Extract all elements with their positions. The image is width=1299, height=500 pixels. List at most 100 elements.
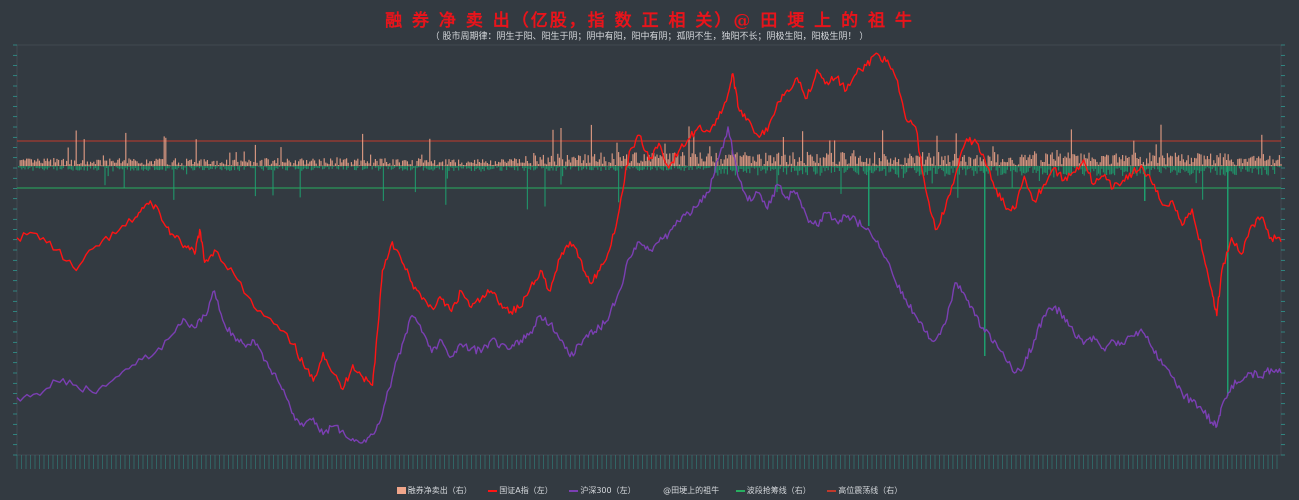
shortsell-bar-positive	[43, 158, 45, 166]
shortsell-bar-negative	[901, 166, 903, 169]
shortsell-bar-negative	[123, 166, 125, 188]
shortsell-bar-positive	[1048, 163, 1050, 166]
legend-item-high-line[interactable]: 高位震荡线（右）	[827, 485, 902, 496]
shortsell-bar-positive	[600, 152, 602, 166]
shortsell-bar-positive	[747, 156, 749, 166]
shortsell-bar-positive	[832, 161, 834, 166]
shortsell-bar-negative	[550, 166, 552, 169]
shortsell-bar-positive	[851, 153, 853, 166]
shortsell-bar-negative	[144, 166, 146, 170]
shortsell-bar-negative	[107, 166, 109, 177]
shortsell-bar-negative	[909, 166, 911, 168]
shortsell-bar-positive	[190, 159, 192, 166]
shortsell-bar-positive	[438, 162, 440, 166]
shortsell-bar-negative	[576, 166, 578, 167]
legend-label: @田埂上的祖牛	[663, 486, 720, 495]
shortsell-bar-positive	[397, 159, 399, 166]
shortsell-bar-negative	[1158, 166, 1160, 172]
shortsell-bar-positive	[1168, 157, 1170, 166]
shortsell-bar-positive	[210, 164, 212, 166]
shortsell-bar-positive	[683, 155, 685, 166]
shortsell-bar-negative	[1179, 166, 1181, 173]
shortsell-bar-positive	[1195, 158, 1197, 166]
shortsell-bar-negative	[1219, 166, 1221, 176]
shortsell-bar-negative	[26, 166, 28, 167]
shortsell-bar-negative	[981, 166, 983, 171]
shortsell-bar-positive	[830, 152, 832, 166]
shortsell-bar-positive	[533, 153, 535, 166]
shortsell-bar-positive	[1018, 164, 1020, 166]
chart-canvas	[13, 44, 1285, 469]
shortsell-bar-negative	[757, 166, 759, 176]
legend-item-buy-line[interactable]: 波段抢筹线（右）	[735, 485, 811, 496]
shortsell-bar-positive	[890, 158, 892, 166]
shortsell-bar-negative	[176, 166, 178, 170]
shortsell-bar-negative	[307, 166, 309, 169]
shortsell-bar-positive	[122, 161, 124, 166]
shortsell-bar-negative	[806, 166, 808, 176]
shortsell-bar-negative	[741, 166, 743, 169]
shortsell-bar-positive	[704, 161, 706, 166]
shortsell-bar-positive	[330, 158, 332, 166]
shortsell-bar-negative	[549, 166, 551, 171]
shortsell-bar-negative	[782, 166, 784, 173]
shortsell-bar-positive	[384, 158, 386, 166]
shortsell-bar-positive	[594, 154, 596, 166]
shortsell-bar-positive	[354, 159, 356, 166]
shortsell-bar-negative	[933, 166, 935, 168]
legend-item-guozheng[interactable]: 国证A指（左）	[488, 485, 553, 496]
shortsell-bar-positive	[918, 156, 920, 166]
shortsell-bar-positive	[109, 158, 111, 166]
shortsell-bar-positive	[1237, 159, 1239, 166]
shortsell-bar-positive	[338, 165, 340, 166]
shortsell-bar-negative	[1038, 166, 1040, 181]
shortsell-bar-negative	[1232, 166, 1234, 174]
shortsell-bar-positive	[678, 164, 680, 166]
shortsell-bar-positive	[614, 165, 616, 166]
shortsell-bar-positive	[712, 161, 714, 166]
shortsell-bar-positive	[1219, 153, 1221, 166]
shortsell-bar-negative	[1262, 166, 1264, 168]
shortsell-bar-positive	[130, 159, 132, 166]
shortsell-bar-negative	[1027, 166, 1029, 172]
shortsell-bar-negative	[966, 166, 968, 170]
shortsell-bar-positive	[266, 158, 268, 166]
shortsell-bar-positive	[459, 164, 461, 166]
legend-item-shortsell[interactable]: 融券净卖出（右）	[396, 485, 472, 496]
shortsell-bar-positive	[672, 153, 674, 166]
shortsell-bar-negative	[493, 166, 495, 169]
shortsell-bar-negative	[706, 166, 708, 169]
shortsell-bar-positive	[1056, 150, 1058, 166]
shortsell-bar-negative	[837, 166, 839, 169]
shortsell-bar-positive	[112, 160, 114, 166]
shortsell-bar-negative	[862, 166, 864, 172]
shortsell-bar-positive	[1146, 158, 1148, 166]
shortsell-bar-positive	[286, 158, 288, 166]
legend-item-hs300[interactable]: 沪深300（左）	[569, 485, 636, 496]
shortsell-bar-positive	[1178, 155, 1180, 166]
shortsell-bar-positive	[370, 154, 372, 166]
shortsell-bar-positive	[566, 155, 568, 166]
shortsell-bar-positive	[1042, 162, 1044, 166]
shortsell-bar-positive	[304, 164, 306, 166]
shortsell-bar-positive	[818, 163, 820, 166]
shortsell-bar-positive	[846, 164, 848, 166]
shortsell-bar-negative	[683, 166, 685, 171]
shortsell-bar-positive	[1032, 155, 1034, 166]
shortsell-bar-positive	[949, 162, 951, 166]
shortsell-bar-positive	[312, 158, 314, 166]
shortsell-bar-negative	[931, 166, 933, 184]
shortsell-bar-negative	[419, 166, 421, 168]
shortsell-bar-positive	[584, 154, 586, 166]
shortsell-bar-positive	[710, 156, 712, 166]
shortsell-bar-positive	[675, 157, 677, 166]
shortsell-bar-positive	[893, 160, 895, 166]
shortsell-bar-positive	[510, 159, 512, 166]
legend-label: 融券净卖出（右）	[407, 486, 472, 495]
shortsell-bar-positive	[538, 164, 540, 166]
shortsell-bar-positive	[765, 152, 767, 166]
legend-item-author[interactable]: @田埂上的祖牛	[652, 485, 719, 496]
shortsell-bar-positive	[1122, 155, 1124, 166]
shortsell-bar-positive	[222, 163, 224, 166]
shortsell-bar-negative	[611, 166, 613, 168]
